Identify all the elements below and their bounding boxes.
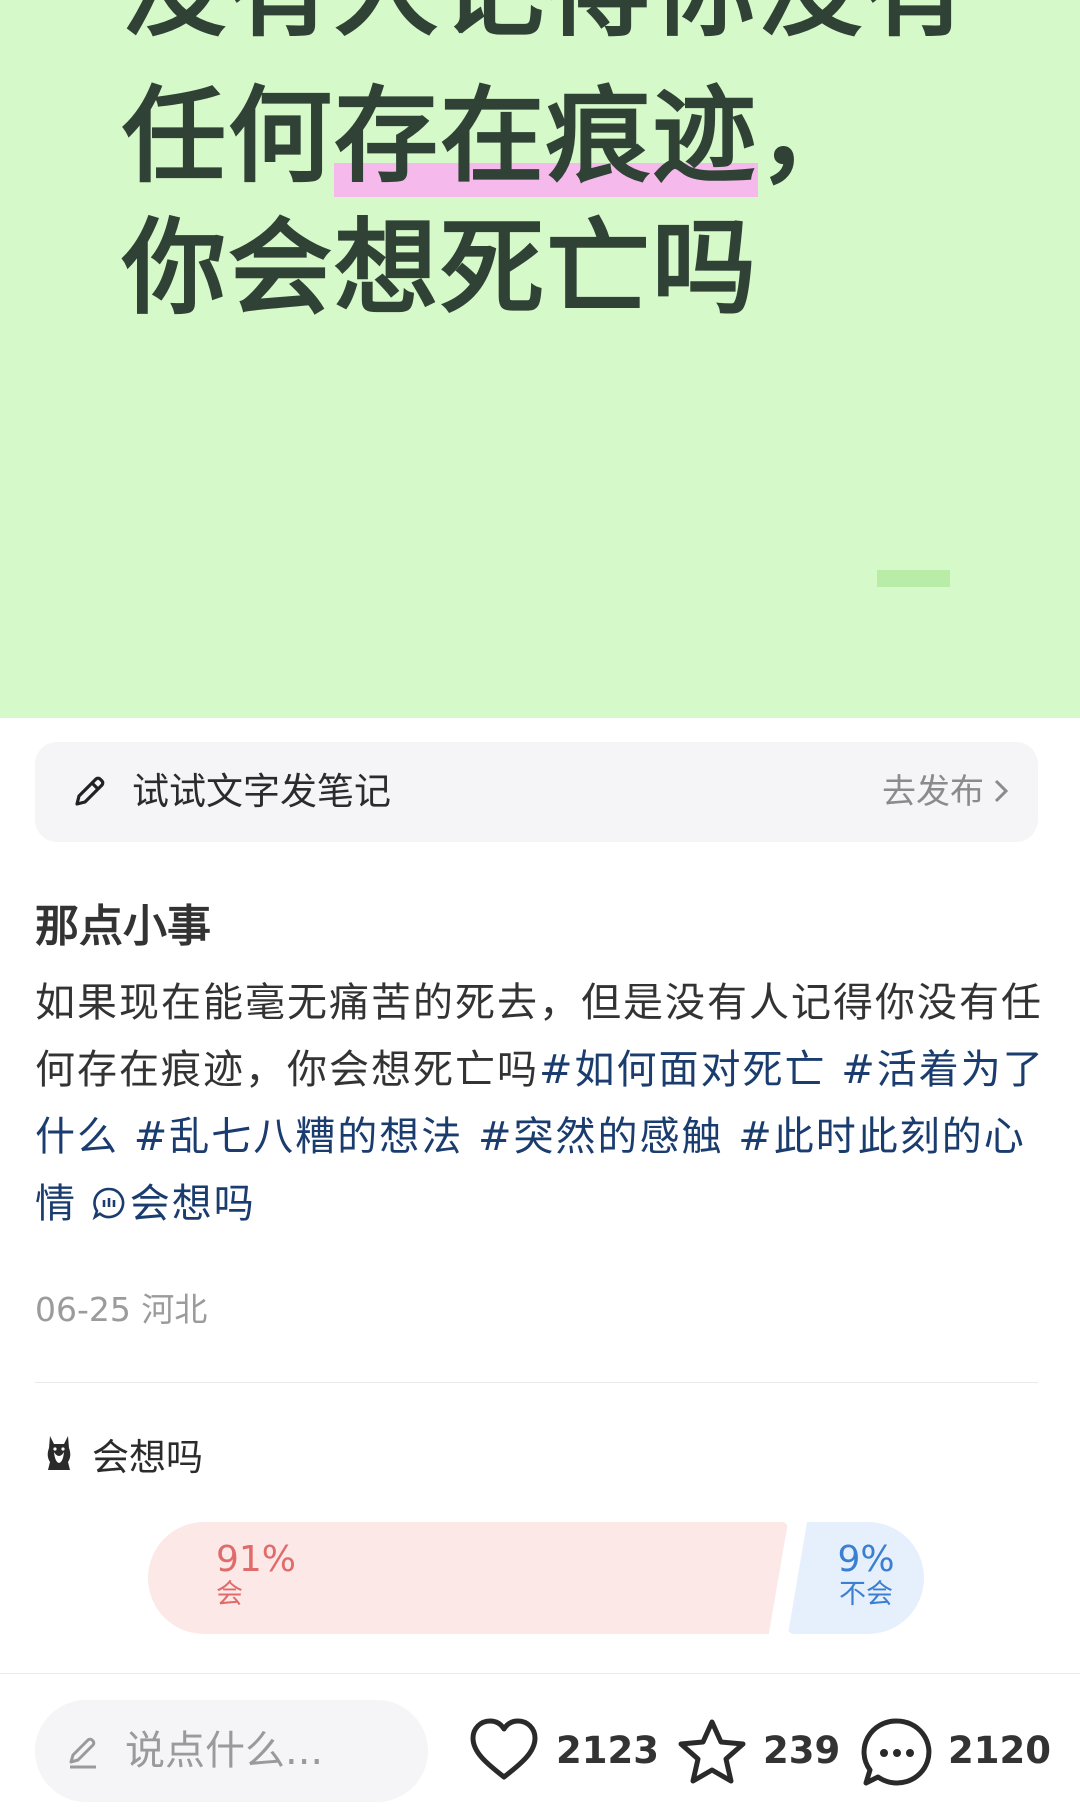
cover-text-highlight: 存在痕迹 [334,75,759,197]
favorite-count: 239 [763,1729,841,1772]
cover-image[interactable]: 没有人记得你没有 任何存在痕迹， 你会想死亡吗 [0,0,1080,718]
like-count: 2123 [556,1729,659,1772]
cover-text-plain: 任何 [122,75,335,197]
cover-decoration [877,570,950,587]
poll-title: 会想吗 [92,1436,203,1479]
pencil-icon [75,776,105,806]
poll-no-label-group: 9% 不会 [826,1540,906,1610]
hashtag[interactable]: #突然的感触 [478,1114,724,1160]
poll-no-label: 不会 [839,1579,893,1610]
like-button[interactable]: 2123 [468,1711,659,1791]
cat-avatar-icon [47,1436,71,1470]
comment-placeholder: 说点什么... [125,1728,324,1774]
bottom-bar-divider [0,1673,1080,1674]
heart-icon [470,1718,538,1780]
poll-no-percent: 9% [837,1539,895,1580]
poll-yes-percent: 91% [216,1539,297,1580]
hashtag[interactable]: #如何面对死亡 [539,1047,827,1093]
comment-button[interactable]: 2120 [860,1711,1051,1791]
post-body: 如果现在能毫无痛苦的死去，但是没有人记得你没有任何存在痕迹，你会想死亡吗#如何面… [35,970,1045,1238]
star-icon [678,1719,746,1784]
topic-link[interactable]: 会想吗 [92,1181,256,1227]
cover-text-line-3: 你会想死亡吗 [122,207,759,329]
publish-link[interactable]: 去发布 [882,742,1010,842]
post-date: 06-25 [35,1290,131,1329]
hashtag[interactable]: #乱七八糟的想法 [134,1114,464,1160]
favorite-button[interactable]: 239 [675,1711,840,1791]
comment-input[interactable]: 说点什么... [35,1700,428,1802]
poll-yes-label: 会 [216,1579,243,1610]
cover-text-line-2: 任何存在痕迹， [122,75,864,197]
poll-yes-label-group: 91% 会 [216,1540,296,1610]
cover-text-punct: ， [758,75,865,197]
text-note-prompt[interactable]: 试试文字发笔记 去发布 [35,742,1038,842]
chevron-right-icon [994,779,1009,802]
cover-text-line-1: 没有人记得你没有 [122,0,970,42]
post-meta: 06-25 河北 [35,1283,207,1331]
chat-bubble-icon [92,1187,125,1220]
post-location: 河北 [141,1290,208,1329]
post-title: 那点小事 [35,901,211,952]
comment-count: 2120 [948,1729,1051,1772]
pen-icon [69,1737,96,1769]
comment-icon [861,1718,932,1786]
prompt-text: 试试文字发笔记 [132,770,391,813]
publish-label: 去发布 [882,772,984,812]
divider [35,1382,1038,1383]
topic-label: 会想吗 [129,1181,256,1227]
